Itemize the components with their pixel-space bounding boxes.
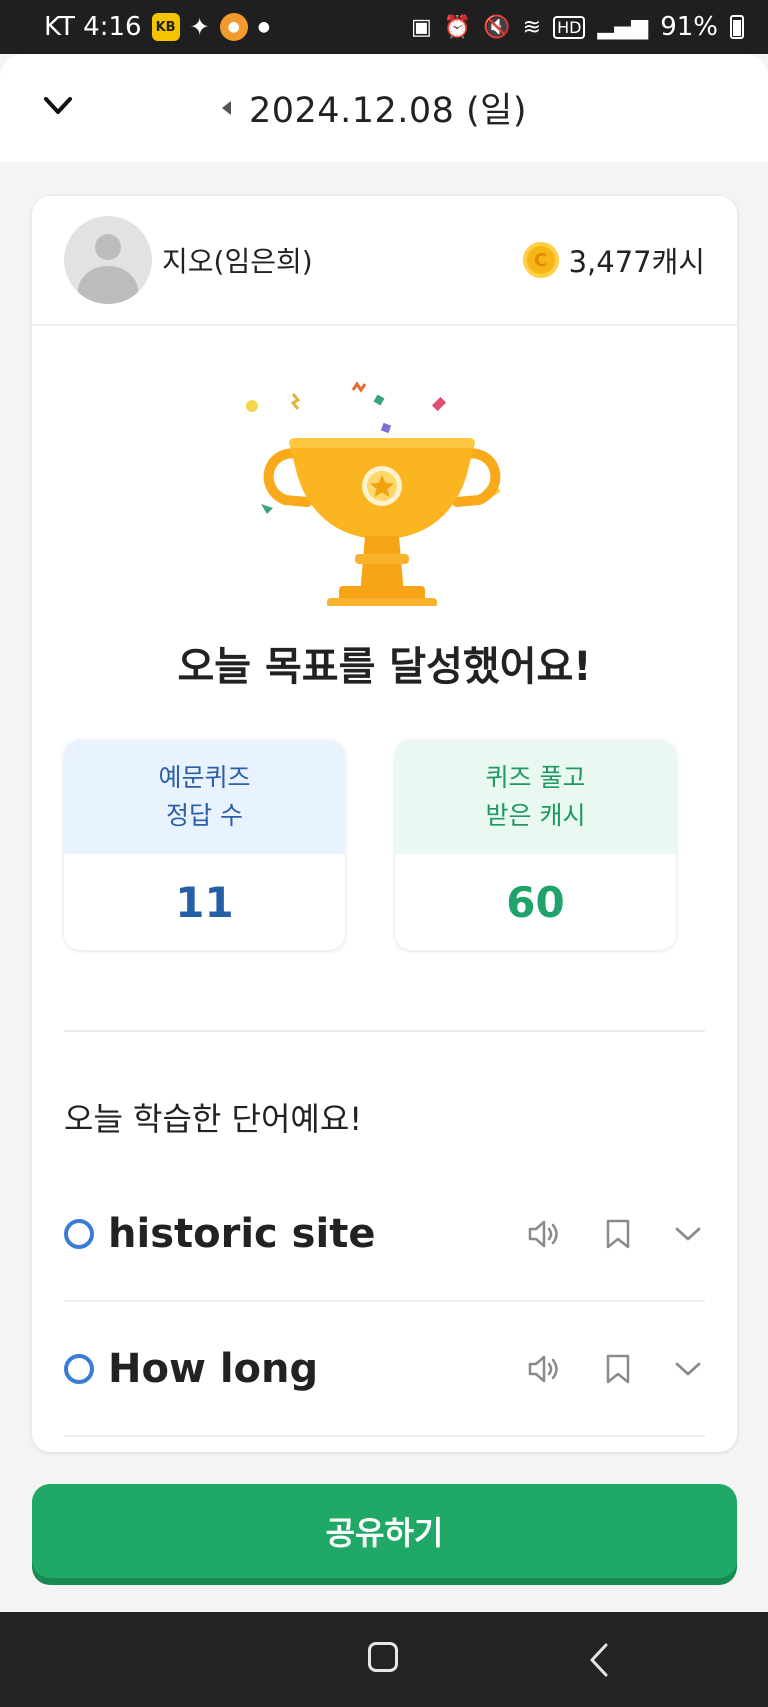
status-bar: KT 4:16 KB ✦ ● ● ▣ ⏰ 🔇 ≋ HD ▂▄▆ 91%	[0, 0, 768, 54]
system-nav-bar	[0, 1612, 768, 1707]
stat-label-line2: 정답 수	[166, 801, 243, 830]
stat-quiz-correct: 예문퀴즈 정답 수 11	[64, 740, 345, 950]
mute-icon: 🔇	[483, 14, 511, 40]
battery-percent: 91%	[660, 12, 718, 42]
hd-icon: HD	[553, 15, 586, 39]
battery-icon	[730, 15, 744, 39]
sparkle-icon: ✦	[189, 13, 210, 41]
trophy-illustration	[32, 346, 737, 626]
kb-app-icon: KB	[151, 13, 180, 41]
avatar	[64, 216, 152, 304]
notification-dot-icon: ●	[257, 19, 270, 35]
previous-date-icon[interactable]	[222, 100, 231, 115]
speaker-icon[interactable]	[527, 1219, 561, 1249]
correct-circle-icon	[64, 1354, 94, 1384]
word-text: historic site	[108, 1211, 376, 1257]
date-selector[interactable]: 2024.12.08 (일)	[222, 82, 527, 133]
stat-label-line2: 받은 캐시	[485, 801, 586, 830]
correct-circle-icon	[64, 1219, 94, 1249]
screenshot-icon: ▣	[411, 14, 432, 40]
bookmark-icon[interactable]	[605, 1219, 631, 1249]
signal-icon: ▂▄▆	[597, 14, 649, 40]
coin-icon: C	[522, 242, 559, 278]
divider	[64, 1030, 705, 1032]
stat-cash-earned: 퀴즈 풀고 받은 캐시 60	[395, 740, 676, 950]
back-icon[interactable]	[588, 1642, 610, 1678]
carrier-time: KT 4:16	[44, 12, 142, 42]
goal-achieved-title: 오늘 목표를 달성했어요!	[177, 644, 592, 690]
stat-label-line1: 퀴즈 풀고	[485, 763, 586, 792]
chevron-down-icon[interactable]	[675, 1361, 701, 1377]
date-label: 2024.12.08 (일)	[249, 91, 528, 131]
summary-card: 지오(임은희) C 3,477캐시 오늘 목표를 달성했어요! 예문퀴즈 정답 …	[32, 196, 737, 1452]
stat-value: 60	[506, 877, 565, 927]
cash-balance: C 3,477캐시	[522, 239, 705, 281]
word-list-item[interactable]: historic site	[64, 1168, 705, 1302]
words-section-title: 오늘 학습한 단어예요!	[64, 1100, 363, 1138]
wifi-icon: ≋	[522, 14, 542, 40]
alarm-icon: ⏰	[443, 14, 472, 40]
speaker-icon[interactable]	[527, 1354, 561, 1384]
profile-row: 지오(임은희) C 3,477캐시	[32, 196, 737, 326]
word-list-item[interactable]: How long	[64, 1303, 705, 1437]
stat-label-line1: 예문퀴즈	[158, 763, 251, 792]
chevron-down-icon[interactable]	[40, 88, 76, 124]
trophy-icon	[246, 381, 501, 606]
stat-value: 11	[175, 877, 234, 927]
chevron-down-icon[interactable]	[675, 1226, 701, 1242]
share-button[interactable]: 공유하기	[32, 1484, 737, 1578]
home-icon[interactable]	[368, 1642, 398, 1672]
bookmark-icon[interactable]	[605, 1354, 631, 1384]
user-name: 지오(임은희)	[162, 245, 313, 278]
word-text: How long	[108, 1346, 319, 1392]
header: 2024.12.08 (일)	[0, 54, 768, 162]
orange-app-icon: ●	[219, 13, 248, 41]
cash-amount: 3,477캐시	[568, 245, 705, 279]
